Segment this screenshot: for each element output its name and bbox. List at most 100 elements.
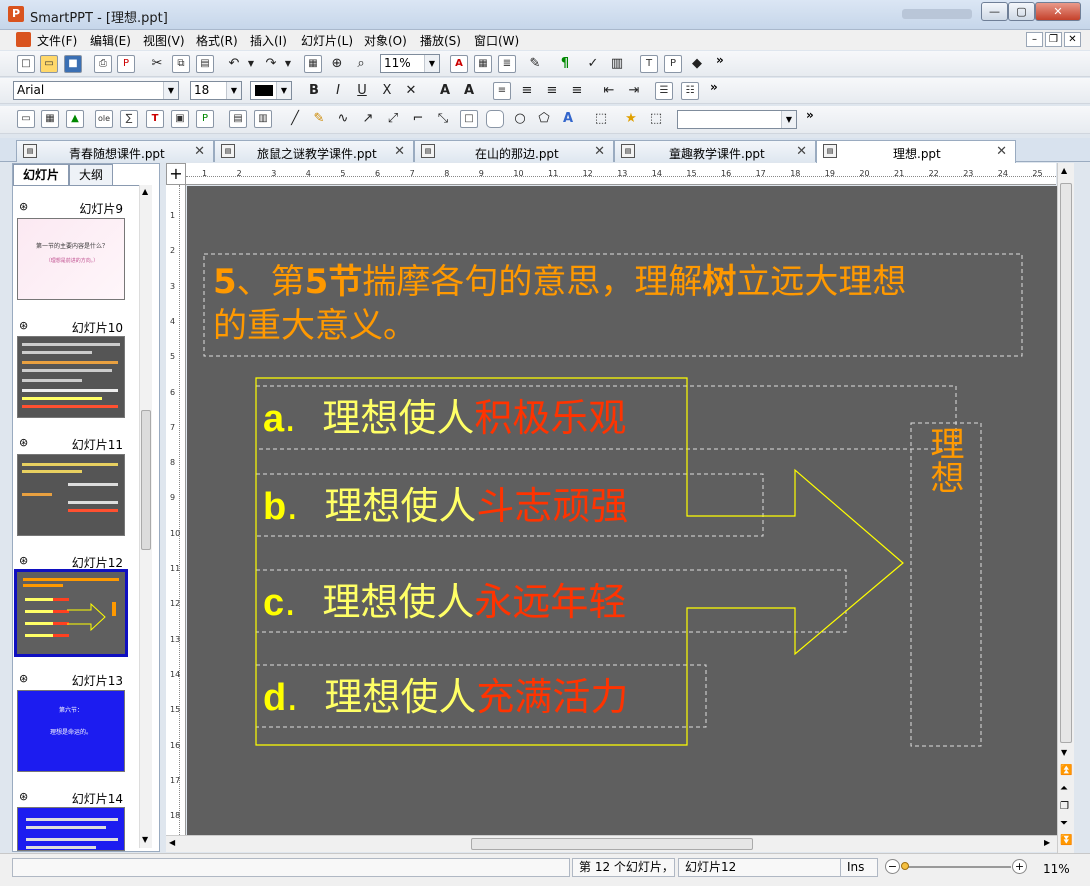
doc-minimize-button[interactable]: –: [1026, 32, 1043, 47]
close-button[interactable]: ✕: [1035, 2, 1081, 21]
style-select[interactable]: ▼: [677, 110, 797, 129]
scroll-down-icon[interactable]: ▼: [1061, 748, 1067, 757]
menu-format[interactable]: 格式(R): [196, 32, 238, 49]
group-icon[interactable]: ⬚: [592, 110, 610, 128]
cut-icon[interactable]: ✂: [148, 55, 166, 73]
rounded-rectangle-icon[interactable]: [486, 110, 504, 128]
undo-icon[interactable]: ↶: [225, 55, 243, 73]
textbox-icon[interactable]: ▭: [17, 110, 35, 128]
search-icon[interactable]: ⌕: [352, 55, 370, 73]
connector-icon[interactable]: ⤢: [384, 110, 402, 128]
close-icon[interactable]: ✕: [194, 144, 205, 159]
underline-icon[interactable]: U: [353, 82, 371, 100]
redo-icon[interactable]: ↷: [262, 55, 280, 73]
curve-icon[interactable]: ∿: [334, 110, 352, 128]
arrow-line-icon[interactable]: ↗: [359, 110, 377, 128]
slide-thumbnail-13[interactable]: 第六节： 理想是命运的。: [17, 690, 125, 772]
close-icon[interactable]: ✕: [996, 144, 1007, 159]
pdf-icon[interactable]: P: [117, 55, 135, 73]
slide-thumbnail-10[interactable]: [17, 336, 125, 418]
tab-slides[interactable]: 幻灯片: [13, 164, 69, 185]
toolbar1-more[interactable]: »: [716, 53, 724, 67]
tab-doc-5[interactable]: ▤ 理想.ppt ✕: [816, 140, 1016, 163]
justify-icon[interactable]: ≡: [568, 82, 586, 100]
star-icon[interactable]: ★: [622, 110, 640, 128]
slide-thumbnail-14[interactable]: [17, 807, 125, 851]
font-select[interactable]: Arial ▼: [13, 81, 179, 100]
image-icon[interactable]: ▲: [66, 110, 84, 128]
zoom-select[interactable]: 11% ▼: [380, 54, 440, 73]
zoom-icon[interactable]: ⊕: [328, 55, 346, 73]
table-icon[interactable]: ▦: [41, 110, 59, 128]
decrease-indent-icon[interactable]: ⇤: [600, 82, 618, 100]
scroll-up-icon[interactable]: ▲: [142, 187, 148, 196]
save-icon[interactable]: ■: [64, 55, 82, 73]
clear-format-icon[interactable]: ✕: [402, 82, 420, 100]
new-icon[interactable]: □: [17, 55, 35, 73]
open-folder-icon[interactable]: ▭: [40, 55, 58, 73]
tab-outline[interactable]: 大纲: [69, 164, 113, 185]
close-icon[interactable]: ✕: [394, 144, 405, 159]
paragraph-mark-icon[interactable]: ¶: [556, 55, 574, 73]
maximize-button[interactable]: ▢: [1008, 2, 1035, 21]
close-icon[interactable]: ✕: [796, 144, 807, 159]
font-color-select[interactable]: ▼: [250, 81, 292, 100]
slide-thumbnail-9[interactable]: 第一节的主要内容是什么？ （理想是前进的方向。）: [17, 218, 125, 300]
previous-slide-icon[interactable]: ⏶: [1060, 783, 1068, 794]
ellipse-icon[interactable]: ○: [511, 110, 529, 128]
scroll-right-icon[interactable]: ▶: [1044, 838, 1050, 847]
scroll-thumb[interactable]: [471, 838, 753, 850]
line-icon[interactable]: ╱: [286, 110, 304, 128]
copy-icon[interactable]: ⧉: [172, 55, 190, 73]
first-slide-icon[interactable]: ⏫: [1060, 765, 1072, 776]
next-slide-icon[interactable]: ⏷: [1060, 818, 1068, 829]
scroll-left-icon[interactable]: ◀: [169, 838, 175, 847]
calendar-icon[interactable]: ▦: [304, 55, 322, 73]
strikethrough-icon[interactable]: X: [378, 82, 396, 100]
select-icon[interactable]: ⬚: [647, 110, 665, 128]
scroll-thumb[interactable]: [141, 410, 151, 550]
double-connector-icon[interactable]: ⤡: [434, 110, 452, 128]
slide-canvas[interactable]: 5、第5节揣摩各句的意思，理解树立远大理想 的重大意义。 a. 理想使人积极乐观…: [187, 186, 1057, 836]
scroll-thumb[interactable]: [1060, 183, 1072, 743]
italic-icon[interactable]: I: [329, 82, 347, 100]
format-painter-icon[interactable]: ✎: [526, 55, 544, 73]
list-icon[interactable]: ≣: [498, 55, 516, 73]
zoom-in-button[interactable]: +: [1012, 859, 1027, 874]
presenter-icon[interactable]: P: [664, 55, 682, 73]
wordart-icon[interactable]: A: [559, 110, 577, 128]
page-icon[interactable]: P: [196, 110, 214, 128]
menu-object[interactable]: 对象(O): [364, 32, 407, 49]
frame-icon[interactable]: ▣: [171, 110, 189, 128]
formula-icon[interactable]: ∑: [120, 110, 138, 128]
minimize-button[interactable]: —: [981, 2, 1008, 21]
font-size-select[interactable]: 18 ▼: [190, 81, 242, 100]
menu-file[interactable]: 文件(F): [37, 32, 77, 49]
undo-dropdown-icon[interactable]: ▼: [242, 55, 260, 73]
tab-doc-4[interactable]: ▤ 童趣教学课件.ppt ✕: [614, 140, 816, 162]
slide-view-icon[interactable]: T: [640, 55, 658, 73]
slide-thumbnail-12-selected[interactable]: [14, 569, 128, 657]
last-slide-icon[interactable]: ⏬: [1060, 835, 1072, 846]
align-left-icon[interactable]: ≡: [493, 82, 511, 100]
text-color-icon[interactable]: A: [450, 55, 468, 73]
ole-icon[interactable]: ole: [95, 110, 113, 128]
redo-dropdown-icon[interactable]: ▼: [279, 55, 297, 73]
menu-view[interactable]: 视图(V): [143, 32, 185, 49]
numbering-icon[interactable]: ☷: [681, 82, 699, 100]
bold-icon[interactable]: B: [305, 82, 323, 100]
doc-close-button[interactable]: ✕: [1064, 32, 1081, 47]
shrink-font-icon[interactable]: A: [460, 82, 478, 100]
tab-doc-3[interactable]: ▤ 在山的那边.ppt ✕: [414, 140, 614, 162]
toolbar2-more[interactable]: »: [710, 80, 718, 94]
zoom-slider-track[interactable]: [903, 866, 1011, 868]
rectangle-icon[interactable]: □: [460, 110, 478, 128]
canvas-horizontal-scrollbar[interactable]: ◀ ▶: [166, 835, 1057, 852]
close-icon[interactable]: ✕: [594, 144, 605, 159]
package-icon[interactable]: ◆: [688, 55, 706, 73]
insert-table-icon[interactable]: ▦: [474, 55, 492, 73]
toolbar3-more[interactable]: »: [806, 108, 814, 122]
menu-window[interactable]: 窗口(W): [474, 32, 519, 49]
slide-sorter-icon[interactable]: ❐: [1060, 801, 1069, 812]
scroll-down-icon[interactable]: ▼: [142, 835, 148, 844]
